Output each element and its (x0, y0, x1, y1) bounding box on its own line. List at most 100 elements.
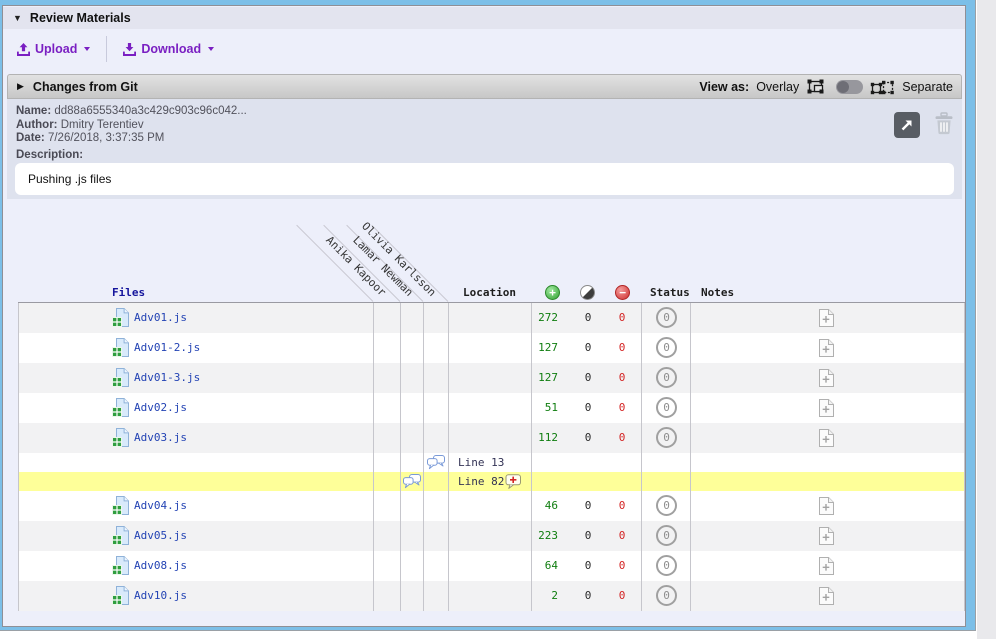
status-badge[interactable]: 0 (656, 367, 677, 388)
modified-count: 0 (573, 363, 603, 393)
open-external-button[interactable] (894, 112, 920, 138)
changes-from-git-header: ▶ Changes from Git View as: Overlay (7, 74, 962, 99)
status-badge[interactable]: 0 (656, 495, 677, 516)
file-name-link[interactable]: Adv05.js (134, 521, 187, 551)
modified-count: 0 (573, 423, 603, 453)
status-badge[interactable]: 0 (656, 397, 677, 418)
upload-button[interactable]: Upload (17, 42, 90, 56)
status-badge[interactable]: 0 (656, 585, 677, 606)
added-count: 223 (518, 521, 558, 551)
deleted-count: 0 (608, 581, 636, 611)
window-frame: ▼ Review Materials Upload Download (0, 0, 976, 631)
comment-bubble-icon[interactable] (427, 455, 445, 470)
commit-date-label: Date: (16, 132, 45, 144)
file-name-link[interactable]: Adv10.js (134, 581, 187, 611)
add-note-button[interactable] (818, 429, 834, 447)
column-grid-line (400, 303, 401, 611)
add-note-button[interactable] (818, 369, 834, 387)
column-grid-line (423, 303, 424, 611)
commit-author-row: Author: Dmitry Terentiev (16, 119, 247, 133)
collapse-right-icon[interactable]: ▶ (17, 81, 24, 92)
description-label: Description: (16, 149, 83, 161)
add-note-button[interactable] (818, 399, 834, 417)
added-count: 127 (518, 363, 558, 393)
table-row[interactable]: Adv01.js272000 (18, 303, 965, 333)
comment-location-label[interactable]: Line 82 (458, 472, 504, 491)
deleted-count: 0 (608, 303, 636, 333)
add-note-button[interactable] (818, 497, 834, 515)
column-grid-line (18, 303, 19, 611)
delete-commit-button[interactable] (934, 112, 954, 136)
modified-count: 0 (573, 521, 603, 551)
file-name-link[interactable]: Adv08.js (134, 551, 187, 581)
table-row[interactable]: Adv02.js51000 (18, 393, 965, 423)
overlay-label: Overlay (756, 80, 799, 94)
added-count: 2 (518, 581, 558, 611)
description-box[interactable]: Pushing .js files (15, 163, 954, 195)
column-grid-line (531, 303, 532, 611)
status-badge[interactable]: 0 (656, 555, 677, 576)
view-as-label: View as: (699, 80, 749, 94)
modified-count: 0 (573, 551, 603, 581)
view-mode-toggle[interactable] (836, 80, 863, 94)
deleted-count: 0 (608, 551, 636, 581)
download-icon (123, 43, 136, 56)
separate-label: Separate (902, 80, 953, 94)
upload-icon (17, 43, 30, 56)
comment-row[interactable]: Line 13 (18, 453, 965, 472)
download-button[interactable]: Download (123, 42, 214, 56)
file-name-link[interactable]: Adv04.js (134, 491, 187, 521)
added-lines-icon: + (545, 285, 560, 300)
review-materials-header[interactable]: ▼ Review Materials (3, 7, 965, 29)
table-row[interactable]: Adv01-2.js127000 (18, 333, 965, 363)
collapse-down-icon[interactable]: ▼ (13, 13, 22, 23)
status-badge[interactable]: 0 (656, 525, 677, 546)
comment-location-label[interactable]: Line 13 (458, 453, 504, 472)
add-note-button[interactable] (818, 587, 834, 605)
table-row[interactable]: Adv04.js46000 (18, 491, 965, 521)
modified-count: 0 (573, 491, 603, 521)
add-note-button[interactable] (818, 527, 834, 545)
table-row[interactable]: Adv10.js2000 (18, 581, 965, 611)
overlay-mode-icon (806, 78, 829, 96)
deleted-count: 0 (608, 333, 636, 363)
commit-author-value: Dmitry Terentiev (61, 119, 144, 131)
table-row[interactable]: Adv08.js64000 (18, 551, 965, 581)
column-grid-line (373, 303, 374, 611)
table-row[interactable]: Adv03.js112000 (18, 423, 965, 453)
deleted-count: 0 (608, 521, 636, 551)
files-column-header[interactable]: Files (112, 283, 145, 302)
add-note-button[interactable] (818, 339, 834, 357)
commit-author-label: Author: (16, 119, 58, 131)
file-name-link[interactable]: Adv01.js (134, 303, 187, 333)
file-name-link[interactable]: Adv03.js (134, 423, 187, 453)
table-row[interactable]: Adv01-3.js127000 (18, 363, 965, 393)
page-gutter (977, 0, 996, 639)
modified-count: 0 (573, 333, 603, 363)
view-as-controls: View as: Overlay (699, 78, 961, 96)
added-count: 112 (518, 423, 558, 453)
status-badge[interactable]: 0 (656, 307, 677, 328)
add-note-button[interactable] (818, 309, 834, 327)
file-name-link[interactable]: Adv01-3.js (134, 363, 200, 393)
file-name-link[interactable]: Adv01-2.js (134, 333, 200, 363)
add-note-button[interactable] (818, 557, 834, 575)
status-badge[interactable]: 0 (656, 427, 677, 448)
add-comment-button[interactable] (505, 474, 523, 489)
table-row[interactable]: Adv05.js223000 (18, 521, 965, 551)
changes-title-group[interactable]: ▶ Changes from Git (8, 80, 138, 94)
file-added-icon (112, 496, 129, 515)
file-name-link[interactable]: Adv02.js (134, 393, 187, 423)
panel-title: Review Materials (30, 11, 131, 25)
notes-column-header: Notes (701, 283, 734, 302)
status-column-header: Status (650, 283, 690, 302)
table-body: Adv01.js272000Adv01-2.js127000Adv01-3.js… (18, 303, 965, 611)
column-grid-line (641, 303, 642, 611)
status-badge[interactable]: 0 (656, 337, 677, 358)
modified-count: 0 (573, 581, 603, 611)
comment-row[interactable]: Line 82 (18, 472, 965, 491)
review-materials-panel: ▼ Review Materials Upload Download (2, 5, 966, 627)
file-added-icon (112, 398, 129, 417)
separate-mode-icon (870, 78, 895, 96)
comment-bubble-icon[interactable] (403, 474, 421, 489)
